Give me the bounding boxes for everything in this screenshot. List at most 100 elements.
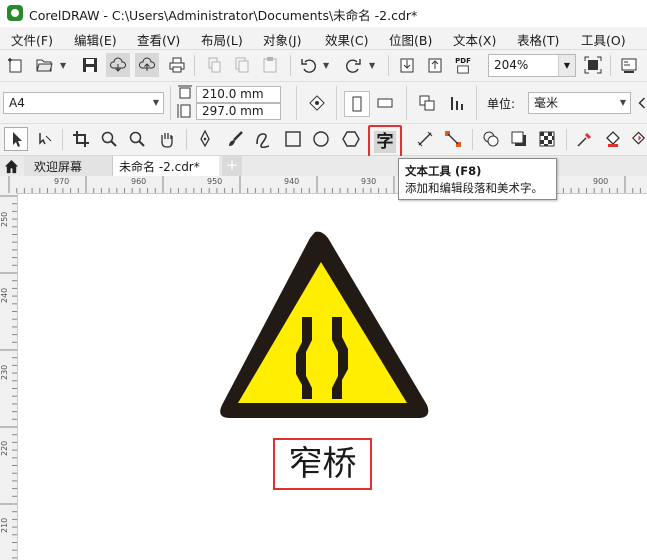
- vertical-ruler[interactable]: 250 240 230 220 210: [0, 193, 18, 560]
- ruler-label: 250: [0, 211, 9, 227]
- tab-welcome-screen[interactable]: 欢迎屏幕: [24, 156, 113, 176]
- menu-layout[interactable]: 布局(L): [201, 30, 243, 49]
- window-title: CorelDRAW - C:\Users\Administrator\Docum…: [29, 8, 418, 23]
- current-page-icon[interactable]: [446, 92, 468, 114]
- zoom-tool-icon[interactable]: [98, 128, 120, 150]
- options-icon[interactable]: [618, 54, 640, 76]
- redo-icon[interactable]: [342, 54, 364, 76]
- portrait-orientation-icon[interactable]: [344, 91, 370, 117]
- pdf-label: PDF: [455, 56, 471, 65]
- ruler-label: 230: [0, 364, 9, 380]
- zoom-out-tool-icon[interactable]: [126, 128, 148, 150]
- drop-shadow-tool-icon[interactable]: [508, 128, 530, 150]
- dimension-tool-icon[interactable]: [414, 128, 436, 150]
- ellipse-tool-icon[interactable]: [310, 128, 332, 150]
- toolbar-separator: [476, 86, 477, 120]
- transparency-tool-icon[interactable]: [536, 128, 558, 150]
- cloud-download-icon[interactable]: [106, 53, 130, 77]
- copy-icon[interactable]: [231, 54, 253, 76]
- text-tool-icon[interactable]: 字: [374, 131, 396, 153]
- open-folder-icon[interactable]: [33, 54, 55, 76]
- menu-table[interactable]: 表格(T): [517, 30, 559, 49]
- undo-icon[interactable]: [298, 54, 320, 76]
- shape-tool-icon[interactable]: [34, 128, 56, 150]
- connector-tool-icon[interactable]: [442, 128, 464, 150]
- rectangle-tool-icon[interactable]: [282, 128, 304, 150]
- units-dropdown[interactable]: 毫米 ▼: [528, 92, 631, 114]
- toolbar-separator: [406, 86, 407, 120]
- new-document-icon[interactable]: [5, 54, 27, 76]
- save-icon[interactable]: [79, 54, 101, 76]
- coreldraw-logo-icon: [7, 5, 23, 21]
- undo-dropdown-icon[interactable]: ▼: [323, 61, 329, 70]
- page-width-field[interactable]: 210.0 mm: [196, 86, 281, 103]
- ruler-label: 220: [0, 440, 9, 456]
- toolbar-separator: [388, 55, 389, 76]
- toolbar-separator: [194, 55, 195, 76]
- publish-pdf-icon[interactable]: PDF: [452, 54, 474, 76]
- home-icon[interactable]: [0, 156, 22, 176]
- zoom-level-field[interactable]: 204% ▼: [488, 54, 576, 77]
- toolbar-separator: [296, 86, 297, 120]
- tab-document-label: 未命名 -2.cdr*: [119, 160, 200, 174]
- print-icon[interactable]: [166, 54, 188, 76]
- paste-icon[interactable]: [259, 54, 281, 76]
- units-value: 毫米: [534, 96, 559, 110]
- menu-tools[interactable]: 工具(O): [581, 30, 626, 49]
- toolbar-separator: [336, 86, 337, 120]
- sign-text-frame[interactable]: 窄桥: [273, 438, 372, 490]
- standard-toolbar: ▼ ▼ ▼ PDF 204% ▼: [0, 50, 647, 82]
- pan-tool-icon[interactable]: [156, 128, 178, 150]
- menu-text[interactable]: 文本(X): [453, 30, 496, 49]
- page-size-value: A4: [9, 96, 25, 110]
- blend-tool-icon[interactable]: [480, 128, 502, 150]
- ruler-label: 970: [54, 177, 70, 186]
- crop-tool-icon[interactable]: [70, 128, 92, 150]
- full-screen-icon[interactable]: [582, 54, 604, 76]
- drawing-canvas[interactable]: 窄桥: [18, 194, 647, 560]
- menu-edit[interactable]: 编辑(E): [74, 30, 117, 49]
- menu-file[interactable]: 文件(F): [11, 30, 53, 49]
- menu-object[interactable]: 对象(J): [263, 30, 301, 49]
- toolbar-separator: [290, 55, 291, 76]
- ruler-label: 900: [593, 177, 609, 186]
- eyedropper-tool-icon[interactable]: [574, 128, 596, 150]
- menu-bitmaps[interactable]: 位图(B): [389, 30, 432, 49]
- narrow-bridge-sign[interactable]: [18, 194, 647, 560]
- ruler-label: 240: [0, 287, 9, 303]
- nudge-icon[interactable]: [636, 92, 647, 114]
- menu-bar: 文件(F) 编辑(E) 查看(V) 布局(L) 对象(J) 效果(C) 位图(B…: [0, 27, 647, 50]
- pick-tool-icon[interactable]: [4, 127, 28, 151]
- open-dropdown-icon[interactable]: ▼: [60, 61, 66, 70]
- pen-tool-icon[interactable]: [194, 128, 216, 150]
- tab-document[interactable]: 未命名 -2.cdr*: [113, 156, 219, 176]
- cloud-upload-icon[interactable]: [135, 53, 159, 77]
- toolbar-separator: [566, 129, 567, 150]
- page-height-icon: [176, 103, 194, 119]
- smart-fill-tool-icon[interactable]: [630, 128, 647, 150]
- toolbar-separator: [186, 129, 187, 150]
- page-height-field[interactable]: 297.0 mm: [196, 103, 281, 120]
- landscape-orientation-icon[interactable]: [374, 92, 396, 114]
- menu-view[interactable]: 查看(V): [137, 30, 180, 49]
- export-icon[interactable]: [424, 54, 446, 76]
- zoom-dropdown-icon[interactable]: ▼: [558, 55, 575, 76]
- brush-tool-icon[interactable]: [224, 128, 246, 150]
- page-orientation-all-icon[interactable]: [306, 92, 328, 114]
- tooltip-description: 添加和编辑段落和美术字。: [405, 181, 543, 195]
- polygon-tool-icon[interactable]: [340, 128, 362, 150]
- curve-tool-icon[interactable]: [252, 128, 274, 150]
- cut-icon[interactable]: [203, 54, 225, 76]
- new-tab-button[interactable]: +: [222, 156, 242, 176]
- all-pages-icon[interactable]: [416, 92, 438, 114]
- page-size-dropdown[interactable]: A4 ▼: [3, 92, 164, 114]
- redo-dropdown-icon[interactable]: ▼: [369, 61, 375, 70]
- menu-effects[interactable]: 效果(C): [325, 30, 368, 49]
- page-width-value: 210.0 mm: [202, 87, 264, 101]
- fill-tool-icon[interactable]: [602, 128, 624, 150]
- text-tool-tooltip: 文本工具 (F8) 添加和编辑段落和美术字。: [398, 158, 557, 200]
- page-size-dropdown-arrow-icon[interactable]: ▼: [153, 93, 159, 113]
- toolbar-separator: [610, 55, 611, 76]
- import-icon[interactable]: [396, 54, 418, 76]
- units-dropdown-arrow-icon[interactable]: ▼: [620, 93, 626, 113]
